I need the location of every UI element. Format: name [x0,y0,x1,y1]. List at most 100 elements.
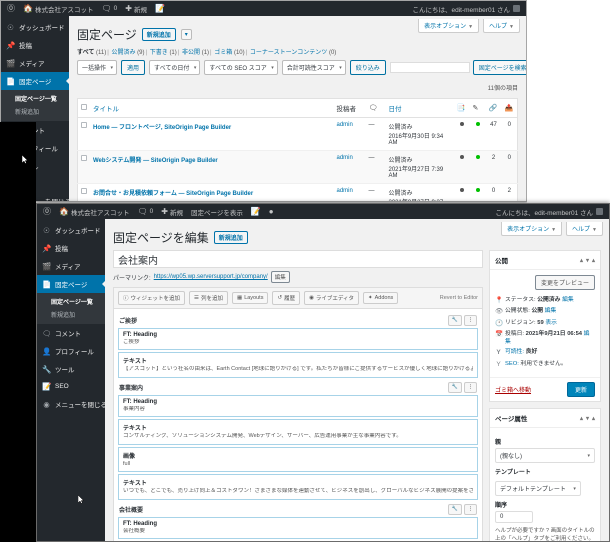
add-new-dropdown[interactable]: ▾ [180,29,192,40]
sidebar-item-posts[interactable]: 📌 投稿 [37,239,105,257]
search-button[interactable]: 固定ページを検索 [472,60,526,75]
revisions-browse-link[interactable]: 表示 [545,320,557,326]
pb-widget[interactable]: 画像 full [118,446,478,473]
filter-cornerstone[interactable]: コーナーストーンコンテンツ [250,50,327,56]
row-title-cell[interactable]: Home — フロントページ, SiteOrigin Page Builder [90,117,334,151]
wrench-icon[interactable]: 🔧 [447,315,462,326]
filter-button[interactable]: 絞り込み [349,60,386,75]
row-checkbox-cell[interactable] [77,117,90,151]
post-title-input[interactable]: 会社案内 [113,250,483,268]
wrench-icon[interactable]: 🔧 [447,381,462,393]
submenu-item-add-new[interactable]: 新規追加 [37,308,105,321]
preview-changes-button[interactable]: 変更をプレビュー [534,275,595,290]
visibility-edit-link[interactable]: 編集 [545,308,557,314]
more-options-icon[interactable]: ⋮ [464,381,477,393]
comments-bubble[interactable]: 🗨 0 [133,207,157,216]
apply-button[interactable]: 適用 [121,60,146,75]
sidebar-item-profile[interactable]: 👤 プロフィール [37,342,105,360]
permalink-edit-button[interactable]: 編集 [270,271,290,283]
pb-widget[interactable]: FT: Heading ご挨拶 [118,328,478,351]
date-filter-select[interactable]: すべての日付 [149,60,201,75]
sidebar-item-posts[interactable]: 📌 投稿 [1,36,69,54]
row-checkbox-cell[interactable] [77,150,90,184]
view-page-link[interactable]: 固定ページを表示 [187,207,247,217]
filter-all[interactable]: すべて [77,50,94,56]
add-new-button[interactable]: 新規追加 [213,231,248,244]
pb-widget[interactable]: テキスト 【アスコット】という社名の由来は、Earth Contact [地球に語… [118,352,478,378]
wp-logo-icon[interactable]: ⓪ [41,207,55,216]
table-row[interactable]: Webシステム開発 — SiteOrigin Page Builder admin… [77,150,518,184]
sidebar-item-dashboard[interactable]: ☉ ダッシュボード [37,221,105,239]
sidebar-item-pages[interactable]: 📄 固定ページ [37,275,105,293]
toggle-panel-icon[interactable]: ▴ [592,257,595,264]
new-content-menu[interactable]: ✚ 新規 [121,4,151,14]
row-checkbox[interactable] [81,155,87,161]
site-name-menu[interactable]: 🏠 株式会社アスコット [19,4,97,14]
sidebar-item-dashboard[interactable]: ☉ ダッシュボード [1,18,69,36]
yoast-seo-menu[interactable]: 📝 [247,207,265,216]
help-tab[interactable]: ヘルプ ▼ [566,222,603,236]
sidebar-item-media[interactable]: 🎬 メディア [37,257,105,275]
comments-bubble[interactable]: 🗨 0 [97,4,121,13]
pb-widget[interactable]: テキスト いつでも、どこでも、売り上げ向上＆コストダウン！さまざまな媒体を連動させ… [118,474,478,500]
status-edit-link[interactable]: 編集 [562,297,574,303]
sidebar-item-media[interactable]: 🎬 メディア [1,54,69,72]
row-title[interactable]: Home [93,125,110,131]
sidebar-item-comments[interactable]: 🗨 コメント [37,324,105,342]
pb-widget[interactable]: FT: Heading 会社概要 [118,516,478,539]
sidebar-item-collapse-menu[interactable]: ◉ メニューを閉じる [37,395,107,413]
move-up-icon[interactable]: ▴ [580,415,583,422]
seo-score-filter-select[interactable]: すべての SEO スコア [204,60,278,75]
move-down-icon[interactable]: ▾ [586,415,589,422]
add-new-button[interactable]: 新規追加 [141,28,176,41]
row-checkbox[interactable] [81,188,87,194]
site-name-menu[interactable]: 🏠 株式会社アスコット [55,207,133,217]
row-checkbox[interactable] [81,122,87,128]
table-row[interactable]: Home — フロントページ, SiteOrigin Page Builder a… [77,117,518,151]
update-button[interactable]: 更新 [566,382,595,398]
pb-widget[interactable]: テキスト コンサルティング、ソリューションシステム開発、Webデザイン、サーバー、… [118,419,478,445]
row-title-cell[interactable]: Webシステム開発 — SiteOrigin Page Builder [90,150,334,184]
live-editor-button[interactable]: ◉ ライブエディタ [304,291,360,305]
parent-select[interactable]: (親なし) [495,448,595,464]
row-title-cell[interactable]: お問合せ・お見積依頼フォーム — SiteOrigin Page Builder [90,183,334,201]
help-tab[interactable]: ヘルプ ▼ [483,19,520,33]
submenu-item-all-pages[interactable]: 固定ページ一覧 [1,92,69,105]
row-title[interactable]: Webシステム開発 [93,158,141,164]
submenu-item-all-pages[interactable]: 固定ページ一覧 [37,295,105,308]
seo-label[interactable]: SEO: [505,361,519,367]
new-content-menu[interactable]: ✚ 新規 [157,207,187,217]
sidebar-item-seo[interactable]: 📝 SEO [37,378,105,395]
template-select[interactable]: デフォルトテンプレート [495,481,581,497]
filter-private[interactable]: 非公開 [182,50,200,56]
layouts-button[interactable]: ▦ Layouts [231,292,269,304]
screen-options-tab[interactable]: 表示オプション ▼ [418,19,480,33]
move-up-icon[interactable]: ▴ [580,257,583,264]
sidebar-item-pages[interactable]: 📄 固定ページ [1,72,69,90]
add-row-button[interactable]: ☰ 列を追加 [189,291,228,305]
more-options-icon[interactable]: ⋮ [464,503,477,515]
readability-label[interactable]: 可読性: [505,349,524,355]
column-title[interactable]: タイトル [90,98,334,118]
column-date[interactable]: 日付 [385,98,454,118]
account-menu[interactable]: こんにちは、edit-member01 さん [412,4,522,14]
history-button[interactable]: ↺ 履歴 [272,291,301,305]
filter-published[interactable]: 公開済み [111,50,135,56]
order-input[interactable]: 0 [495,511,533,524]
add-widget-button[interactable]: ⓘ ウィジェットを追加 [118,291,186,305]
account-menu[interactable]: こんにちは、edit-member01 さん [495,207,605,217]
pb-widget[interactable]: FT: Heading 事業内容 [118,394,478,418]
submenu-item-add-new[interactable]: 新規追加 [1,105,69,118]
addons-button[interactable]: ✦ Addons [363,292,399,304]
sidebar-item-tools[interactable]: 🔧 ツール [37,360,105,378]
screen-options-tab[interactable]: 表示オプション ▼ [501,222,563,236]
more-options-icon[interactable]: ⋮ [464,315,477,326]
wrench-icon[interactable]: 🔧 [447,503,462,515]
revert-to-editor-link[interactable]: Revert to Editor [440,295,478,301]
readability-filter-select[interactable]: 合計可読性スコア [281,60,346,75]
toggle-panel-icon[interactable]: ▴ [592,415,595,422]
bulk-action-select[interactable]: 一括操作 [77,60,118,75]
search-input[interactable] [389,62,470,73]
row-title[interactable]: お問合せ・お見積依頼フォーム [93,191,177,197]
move-down-icon[interactable]: ▾ [586,257,589,264]
